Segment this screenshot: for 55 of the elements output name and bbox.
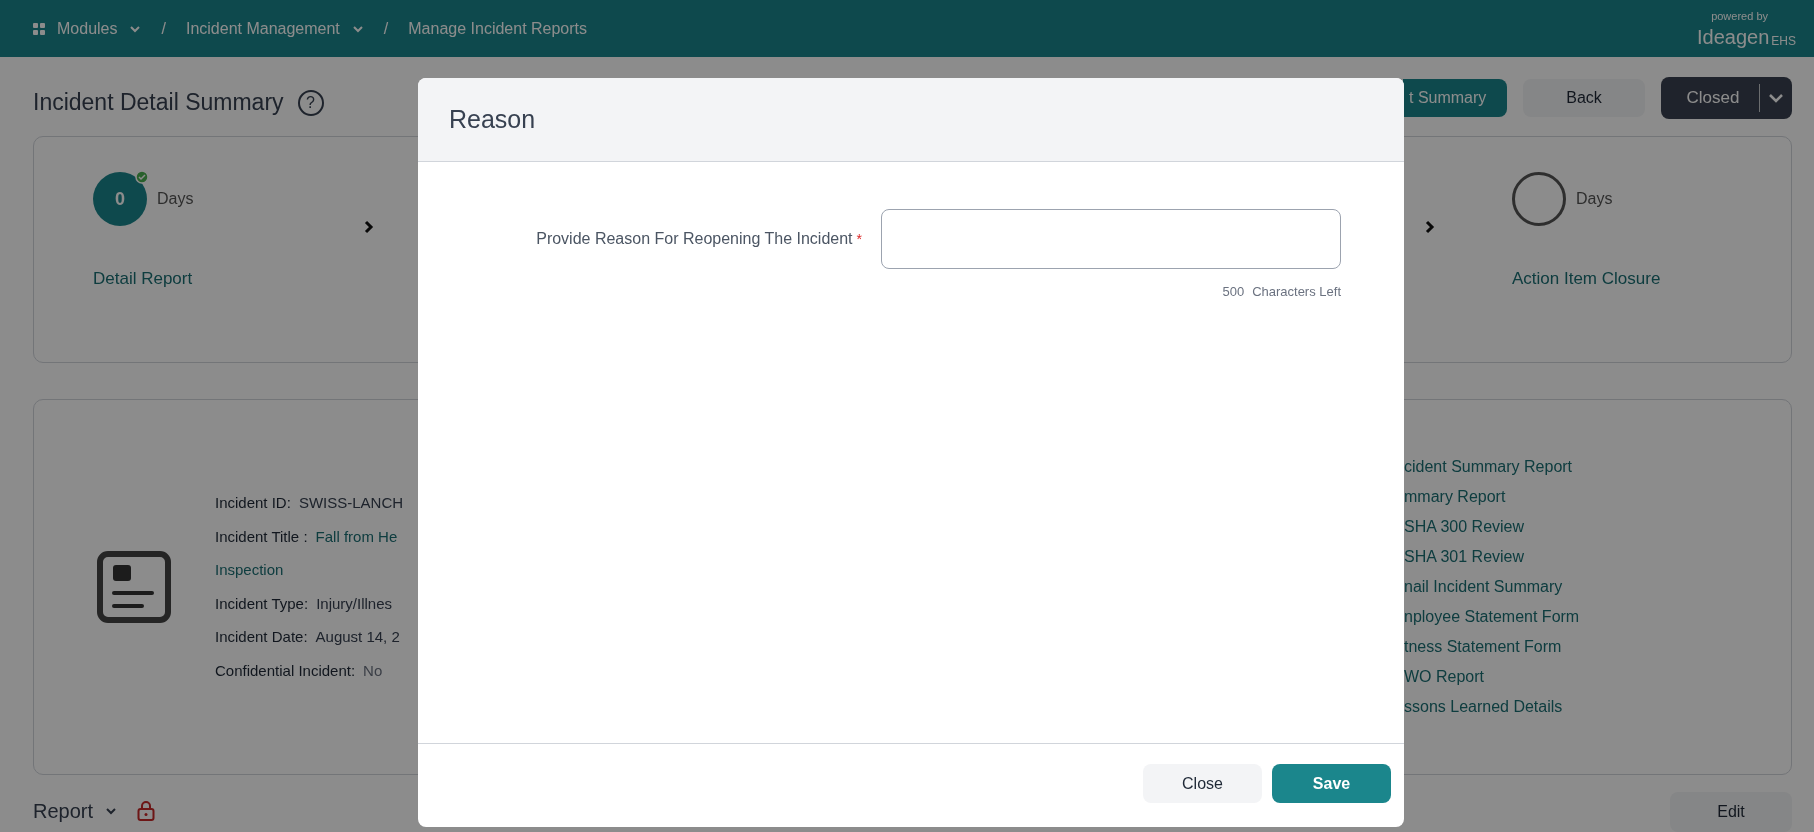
edit-button[interactable]: Edit [1670,792,1792,832]
breadcrumb-separator: / [161,18,166,39]
report-link[interactable]: SHA 300 Review [1404,516,1525,538]
stage-unit: Days [1576,189,1613,209]
field-value: SWISS-LANCH [298,493,404,513]
save-button[interactable]: Save [1272,764,1391,803]
breadcrumb-link[interactable]: Incident Management [185,16,364,41]
chevron-down-icon [129,24,142,33]
field-label: Incident Type: [215,593,309,614]
back-button[interactable]: Back [1523,78,1645,117]
id-card-icon [97,551,171,623]
grid-icon [33,22,45,35]
field-label: Confidential Incident: [215,660,356,681]
reason-field[interactable] [881,209,1341,269]
chevron-down-icon[interactable] [105,807,118,815]
field-label: Incident Date: [215,627,308,647]
required-marker: * [856,231,862,247]
breadcrumb-link[interactable]: Manage Incident Reports [408,16,588,41]
field-value: No [363,660,383,681]
stage-link[interactable]: Action Item Closure [1512,266,1661,292]
report-link[interactable]: nail Incident Summary [1404,576,1563,598]
summary-button[interactable]: t Summary [1403,78,1507,117]
breadcrumb-link[interactable]: Modules [33,16,142,41]
field-value: Injury/Illnes [316,593,392,614]
incident-title-link[interactable]: Inspection [215,559,404,582]
field-label: Provide Reason For Reopening The Incident [536,229,853,249]
character-count: 500 [1222,283,1245,301]
modal-title: Reason [449,103,536,135]
field-label: Incident Title : [215,526,308,547]
chevron-right-icon [364,220,374,234]
counter-label: Characters Left [1252,283,1341,301]
report-link[interactable]: WO Report [1404,666,1484,688]
report-link[interactable]: nployee Statement Form [1404,606,1580,628]
report-link[interactable]: cident Summary Report [1404,456,1573,478]
close-button[interactable]: Close [1143,764,1262,803]
field-value: August 14, 2 [315,627,400,647]
chevron-right-icon [1425,220,1435,234]
stage-counter: 0 [93,172,147,226]
status-dropdown[interactable]: Closed [1661,76,1792,119]
help-icon[interactable]: ? [297,89,324,116]
report-link[interactable]: mmary Report [1404,486,1506,508]
stage-link[interactable]: Detail Report [93,266,193,292]
breadcrumb-separator: / [383,18,389,39]
incident-title-link[interactable]: Fall from He [315,525,398,548]
stage-unit: Days [157,189,194,209]
chevron-down-icon [1768,92,1784,103]
report-link[interactable]: ssons Learned Details [1404,696,1563,718]
field-label: Incident ID: [215,493,291,513]
check-icon [135,170,149,184]
chevron-down-icon [351,24,364,33]
page-title: Incident Detail Summary [33,88,284,118]
report-link[interactable]: tness Statement Form [1404,636,1562,658]
section-title: Report [33,799,94,824]
ideagen-logo: powered by Ideagen EHS [1697,10,1796,47]
report-link[interactable]: SHA 301 Review [1404,546,1525,568]
